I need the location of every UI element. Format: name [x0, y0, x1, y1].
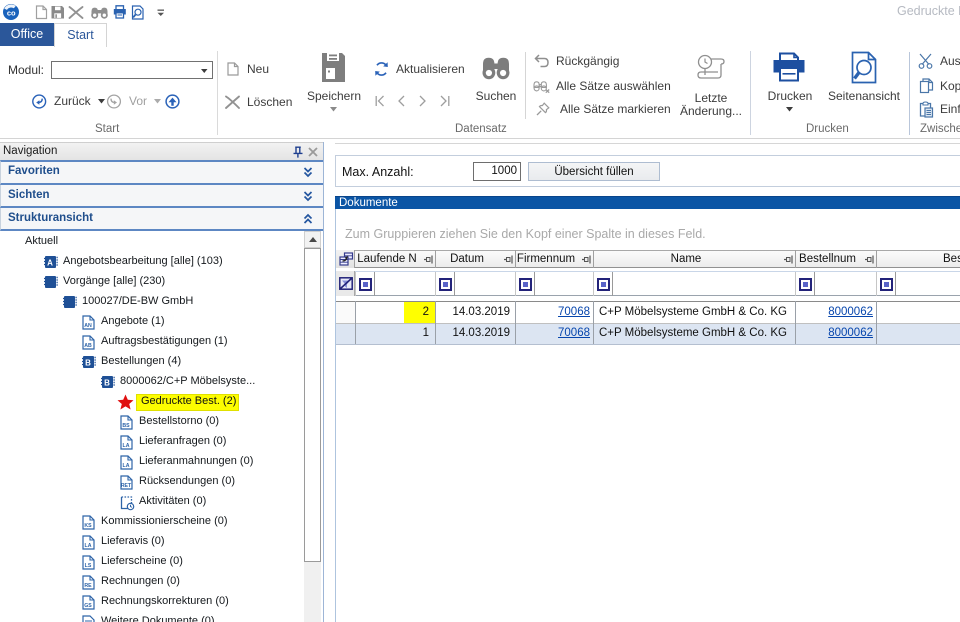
svg-text:LA: LA — [123, 443, 130, 449]
svg-text:RE: RE — [84, 583, 92, 589]
svg-text:B: B — [85, 359, 91, 368]
svg-text:AN: AN — [84, 323, 92, 329]
svg-text:BS: BS — [122, 423, 130, 429]
svg-text:LA: LA — [85, 543, 92, 549]
svg-text:GS: GS — [84, 603, 92, 609]
svg-text:LS: LS — [85, 563, 92, 569]
svg-text:AB: AB — [84, 343, 92, 349]
svg-text:co: co — [7, 9, 16, 18]
svg-text:KS: KS — [84, 523, 92, 529]
svg-text:LA: LA — [123, 463, 130, 469]
svg-text:RET: RET — [121, 483, 132, 489]
svg-text:A: A — [47, 259, 53, 268]
svg-text:B: B — [104, 379, 110, 388]
